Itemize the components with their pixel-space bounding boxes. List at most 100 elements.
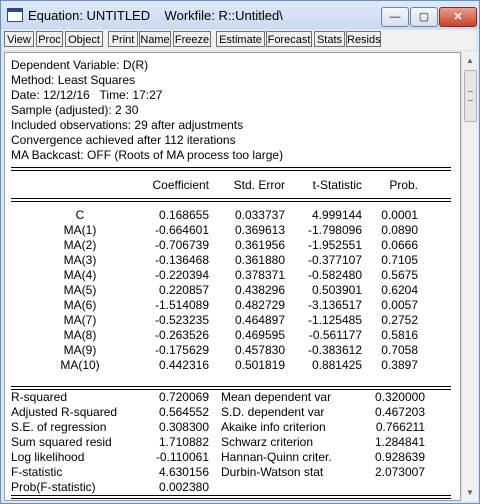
coefficient-value: -0.523235 <box>154 313 209 327</box>
view-button[interactable]: View <box>4 31 34 47</box>
vertical-scrollbar[interactable]: ▲ ▼ <box>461 52 478 501</box>
prob-value: 0.7058 <box>381 343 418 357</box>
col-header-t-statistic: t-Statistic <box>312 178 362 192</box>
equation-window: Equation: UNTITLED Workfile: R::Untitled… <box>0 0 480 504</box>
dependent-variable-line: Dependent Variable: D(R) <box>11 58 149 72</box>
resids-button[interactable]: Resids <box>346 31 381 47</box>
prob-value: 0.0057 <box>381 298 418 312</box>
estimation-output[interactable]: Dependent Variable: D(R) Method: Least S… <box>4 52 461 501</box>
stat-label-left: Adjusted R-squared <box>11 405 118 419</box>
stat-value-left: 0.002380 <box>158 480 209 494</box>
freeze-button[interactable]: Freeze <box>173 31 211 47</box>
window-icon <box>7 8 23 22</box>
stat-label-right: Mean dependent var <box>221 390 332 404</box>
stat-label-right: Akaike info criterion <box>221 420 326 434</box>
prob-value: 0.7105 <box>381 253 418 267</box>
prob-value: 0.5675 <box>381 268 418 282</box>
t-statistic-value: 0.503901 <box>311 283 362 297</box>
std-error-value: 0.361880 <box>234 253 285 267</box>
stat-label-left: R-squared <box>11 390 68 404</box>
coefficient-value: 0.168655 <box>158 208 209 222</box>
observations-line: Included observations: 29 after adjustme… <box>11 118 244 132</box>
toolbar: View Proc Object Print Name Freeze Estim… <box>4 30 476 50</box>
std-error-value: 0.438296 <box>234 283 285 297</box>
proc-button[interactable]: Proc <box>36 31 63 47</box>
std-error-value: 0.457830 <box>234 343 285 357</box>
date-time-line: Date: 12/12/16 Time: 17:27 <box>11 88 163 102</box>
stat-label-right: Hannan-Quinn criter. <box>221 450 332 464</box>
t-statistic-value: 4.999144 <box>311 208 362 222</box>
coefficient-value: -0.664601 <box>154 223 209 237</box>
coefficient-value: 0.220857 <box>158 283 209 297</box>
t-statistic-value: -3.136517 <box>307 298 362 312</box>
stat-value-right: 2.073007 <box>374 465 425 479</box>
prob-value: 0.6204 <box>381 283 418 297</box>
t-statistic-value: -0.561177 <box>308 328 362 342</box>
stat-value-left: 0.564552 <box>158 405 209 419</box>
minimize-button[interactable]: — <box>381 7 409 27</box>
stat-value-left: 0.308300 <box>158 420 209 434</box>
scroll-thumb[interactable] <box>464 70 477 122</box>
method-line: Method: Least Squares <box>11 73 136 87</box>
name-button[interactable]: Name <box>139 31 171 47</box>
t-statistic-value: -0.383612 <box>307 343 362 357</box>
t-statistic-value: -1.798096 <box>307 223 362 237</box>
title-bar[interactable]: Equation: UNTITLED Workfile: R::Untitled… <box>1 1 479 29</box>
std-error-value: 0.464897 <box>234 313 285 327</box>
stat-label-left: Prob(F-statistic) <box>11 480 96 494</box>
object-button[interactable]: Object <box>65 31 103 47</box>
coefficient-value: -0.136468 <box>154 253 209 267</box>
prob-value: 0.2752 <box>381 313 418 327</box>
col-header-coefficient: Coefficient <box>152 178 209 192</box>
coefficient-value: 0.442316 <box>158 358 209 372</box>
scroll-up-arrow-icon[interactable]: ▲ <box>462 52 478 69</box>
t-statistic-value: 0.881425 <box>311 358 362 372</box>
close-button[interactable]: ✕ <box>439 7 477 27</box>
stat-value-left: 0.720069 <box>158 390 209 404</box>
bottom-rule <box>11 495 451 499</box>
t-statistic-value: -1.952551 <box>307 238 362 252</box>
print-button[interactable]: Print <box>108 31 138 47</box>
stat-value-right: 1.284841 <box>374 435 425 449</box>
stat-value-right: 0.320000 <box>374 390 425 404</box>
stats-button[interactable]: Stats <box>314 31 345 47</box>
std-error-value: 0.482729 <box>234 298 285 312</box>
std-error-value: 0.469595 <box>234 328 285 342</box>
coefficient-value: -0.175629 <box>154 343 209 357</box>
col-header-prob: Prob. <box>389 178 418 192</box>
forecast-button[interactable]: Forecast <box>266 31 312 47</box>
ma-backcast-line: MA Backcast: OFF (Roots of MA process to… <box>11 148 284 162</box>
std-error-value: 0.378371 <box>234 268 285 282</box>
prob-value: 0.0666 <box>381 238 418 252</box>
stat-value-left: 1.710882 <box>158 435 209 449</box>
coefficient-value: -1.514089 <box>154 298 209 312</box>
stat-label-right: Durbin-Watson stat <box>221 465 324 479</box>
stat-value-right: 0.766211 <box>375 420 425 434</box>
col-header-std-error: Std. Error <box>233 178 285 192</box>
std-error-value: 0.033737 <box>234 208 285 222</box>
window-title: Equation: UNTITLED Workfile: R::Untitled… <box>28 8 283 23</box>
std-error-value: 0.369613 <box>234 223 285 237</box>
stat-label-right: S.D. dependent var <box>221 405 325 419</box>
stat-label-left: F-statistic <box>11 465 63 479</box>
estimate-button[interactable]: Estimate <box>216 31 265 47</box>
prob-value: 0.0890 <box>381 223 418 237</box>
stat-label-left: Sum squared resid <box>11 435 112 449</box>
sample-line: Sample (adjusted): 2 30 <box>11 103 139 117</box>
maximize-button[interactable]: ▢ <box>410 7 438 27</box>
prob-value: 0.0001 <box>381 208 418 222</box>
t-statistic-value: -0.582480 <box>307 268 362 282</box>
scroll-down-arrow-icon[interactable]: ▼ <box>462 484 478 501</box>
std-error-value: 0.361956 <box>234 238 285 252</box>
stat-label-right: Schwarz criterion <box>221 435 314 449</box>
header-rule <box>11 198 451 202</box>
convergence-line: Convergence achieved after 112 iteration… <box>11 133 236 147</box>
stat-label-left: Log likelihood <box>11 450 85 464</box>
t-statistic-value: -1.125485 <box>307 313 362 327</box>
coefficient-value: -0.220394 <box>154 268 209 282</box>
table-top-rule <box>11 167 451 171</box>
stat-value-right: 0.928639 <box>374 450 425 464</box>
prob-value: 0.3897 <box>381 358 418 372</box>
stat-value-left: -0.110061 <box>155 450 209 464</box>
stat-value-right: 0.467203 <box>374 405 425 419</box>
